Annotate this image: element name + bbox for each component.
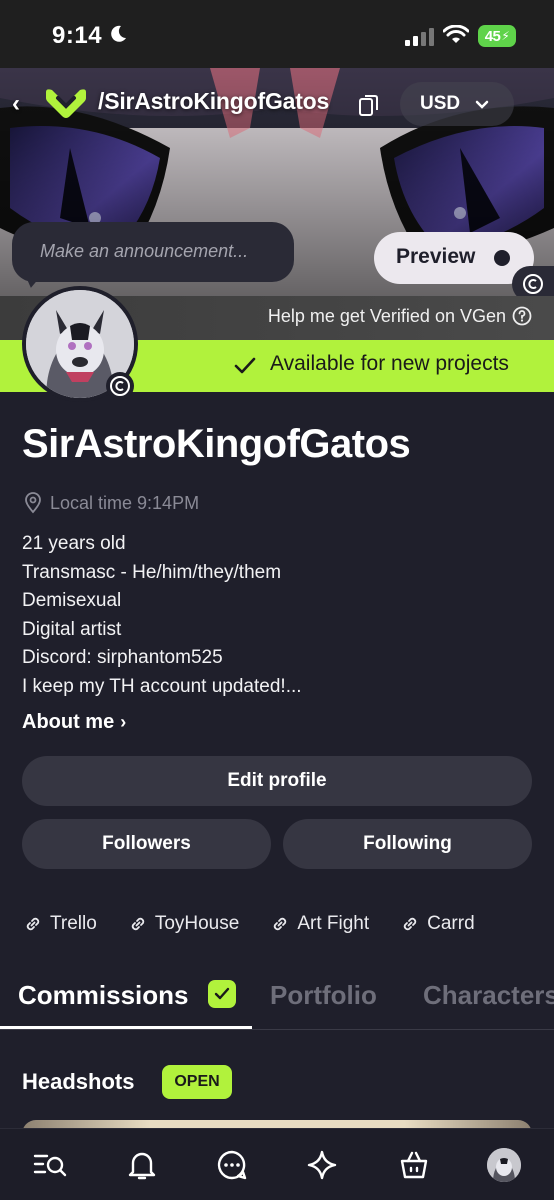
- help-icon[interactable]: [512, 306, 532, 326]
- external-links: Trello ToyHouse Art Fight Carrd: [24, 913, 554, 935]
- charging-bolt-icon: ⚡: [501, 29, 510, 43]
- about-me-link[interactable]: About me ›: [22, 711, 126, 734]
- tab-characters[interactable]: Characters: [423, 980, 554, 1011]
- chat-icon[interactable]: [214, 1147, 250, 1183]
- battery-level: 45: [484, 27, 501, 45]
- link-icon: [403, 917, 417, 931]
- status-bar: 9:14 45 ⚡: [0, 0, 554, 68]
- commissions-open-check-icon: [208, 980, 236, 1008]
- availability-status: Available for new projects: [270, 352, 509, 375]
- status-badge: OPEN: [162, 1065, 232, 1099]
- avatar-copyright-icon: [106, 372, 134, 400]
- bio-line: 21 years old: [22, 533, 126, 554]
- bio-line: I keep my TH account updated!...: [22, 675, 302, 697]
- shopping-bag-icon[interactable]: [396, 1147, 432, 1183]
- profile-handle: /SirAstroKingofGatos: [98, 88, 330, 114]
- link-icon: [26, 917, 40, 931]
- search-menu-icon[interactable]: [32, 1147, 68, 1183]
- link-icon: [131, 917, 144, 931]
- bio-line: Discord: sirphantom525: [22, 647, 223, 668]
- followers-button[interactable]: Followers: [22, 819, 271, 869]
- verify-link[interactable]: Help me get Verified on VGen: [268, 306, 506, 327]
- active-tab-indicator: [0, 1026, 252, 1029]
- tab-commissions[interactable]: Commissions: [18, 980, 189, 1011]
- chevron-right-icon: ›: [120, 712, 127, 732]
- tab-portfolio[interactable]: Portfolio: [270, 980, 377, 1011]
- nav-avatar-image: [487, 1148, 521, 1182]
- profile-name: SirAstroKingofGatos: [22, 422, 411, 466]
- checkmark-icon: [234, 357, 256, 374]
- following-button[interactable]: Following: [283, 819, 532, 869]
- bio-line: Transmasc - He/him/they/them: [22, 561, 282, 583]
- bio-line: Demisexual: [22, 590, 122, 611]
- bottom-nav: [0, 1128, 554, 1200]
- link-carrd[interactable]: Carrd: [401, 913, 475, 935]
- status-time: 9:14: [52, 22, 103, 49]
- announcement-input[interactable]: Make an announcement...: [12, 222, 294, 282]
- profile-bio: 21 years old Transmasc - He/him/they/the…: [22, 530, 302, 701]
- announcement-bubble-tail: [20, 270, 44, 290]
- copyright-symbol-icon: [523, 274, 543, 294]
- link-trello[interactable]: Trello: [24, 913, 97, 935]
- link-artfight[interactable]: Art Fight: [271, 913, 369, 935]
- link-toyhouse[interactable]: ToyHouse: [129, 913, 240, 935]
- cellular-signal-icon: [405, 28, 434, 46]
- profile-tabs: Commissions Portfolio Characters: [0, 968, 554, 1030]
- local-time: Local time 9:14PM: [50, 493, 200, 513]
- preview-label: Preview: [396, 245, 476, 268]
- toggle-knob: [494, 250, 510, 266]
- profile-avatar-nav[interactable]: [486, 1147, 522, 1183]
- link-label: Carrd: [427, 913, 475, 934]
- copy-icon[interactable]: [358, 93, 380, 117]
- currency-label: USD: [420, 93, 461, 114]
- chevron-down-icon: [475, 100, 489, 109]
- currency-selector[interactable]: USD: [400, 82, 514, 126]
- about-me-label: About me: [22, 711, 115, 733]
- bio-line: Digital artist: [22, 618, 122, 640]
- wifi-icon: [443, 25, 469, 43]
- location-pin-icon: [25, 492, 41, 514]
- edit-profile-button[interactable]: Edit profile: [22, 756, 532, 806]
- link-label: ToyHouse: [154, 913, 240, 934]
- link-label: Trello: [50, 913, 97, 934]
- sparkle-icon[interactable]: [304, 1147, 340, 1183]
- battery-indicator: 45 ⚡: [478, 25, 516, 47]
- back-button[interactable]: ‹: [12, 90, 32, 117]
- bell-icon[interactable]: [124, 1147, 160, 1183]
- vgen-logo-icon: [46, 89, 86, 118]
- link-icon: [274, 917, 287, 931]
- preview-toggle[interactable]: Preview: [374, 232, 534, 284]
- moon-icon: [111, 25, 126, 42]
- section-title: Headshots: [22, 1069, 135, 1094]
- link-label: Art Fight: [297, 913, 370, 934]
